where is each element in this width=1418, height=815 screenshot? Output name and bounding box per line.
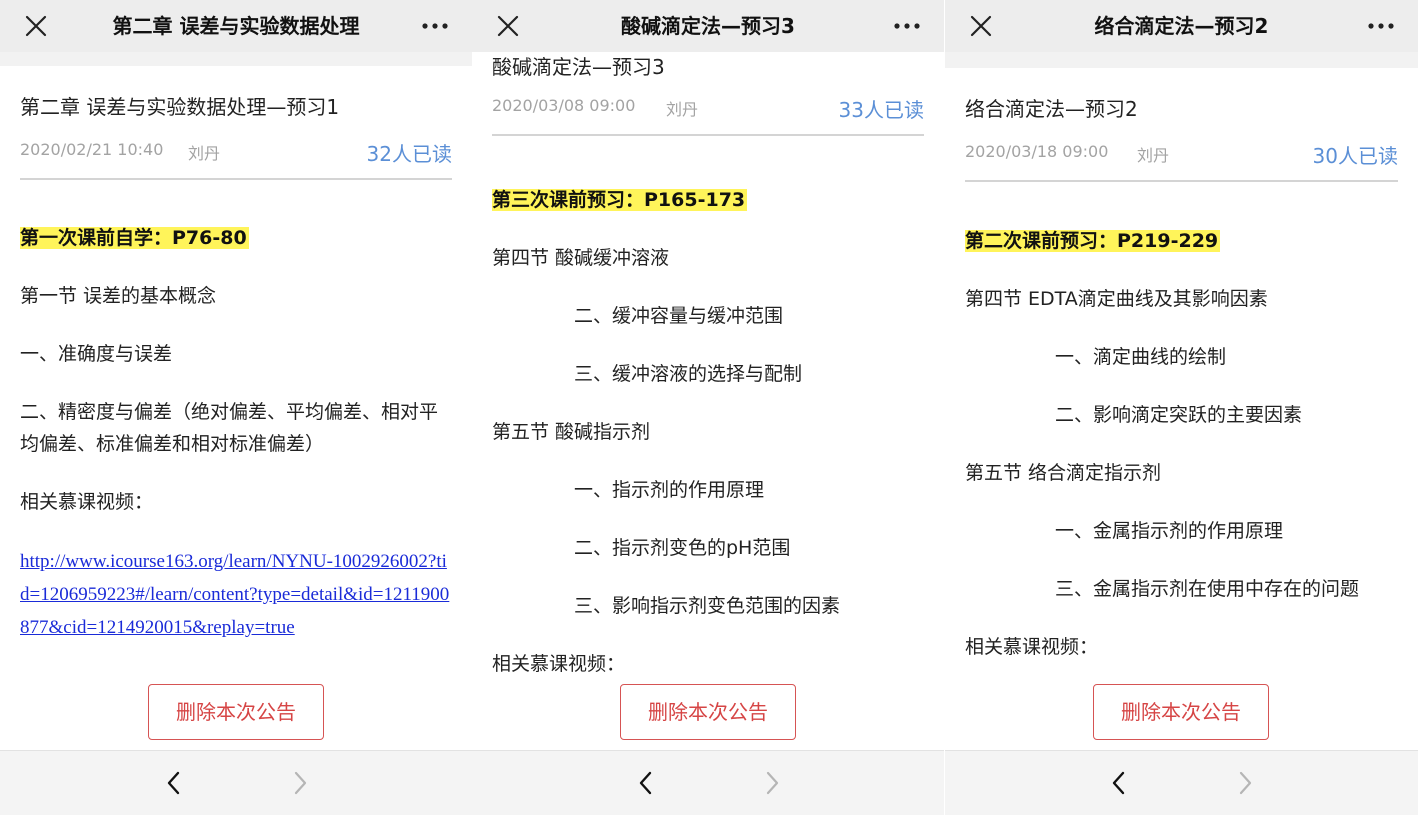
screen-2: 酸碱滴定法—预习3 酸碱滴定法—预习3 2020/03/08 09:00 刘丹 … <box>472 0 944 815</box>
back-button[interactable] <box>162 769 186 797</box>
body-line: 第五节 络合滴定指示剂 <box>965 462 1162 484</box>
read-count: 33人已读 <box>838 98 924 122</box>
author-name: 刘丹 <box>666 100 699 119</box>
mooc-link[interactable]: http://www.icourse163.org/learn/NYNU-100… <box>20 551 449 638</box>
article-title: 第二章 误差与实验数据处理—预习1 <box>20 95 340 119</box>
body-line: 二、指示剂变色的pH范围 <box>574 537 791 559</box>
close-icon <box>497 15 519 37</box>
highlight-text: 第二次课前预习：P219-229 <box>965 230 1221 252</box>
body-line: 相关慕课视频： <box>20 491 154 513</box>
body-line: 第四节 EDTA滴定曲线及其影响因素 <box>965 288 1268 310</box>
forward-button[interactable] <box>1233 769 1257 797</box>
delete-announcement-button[interactable]: 删除本次公告 <box>148 684 324 740</box>
close-icon <box>25 15 47 37</box>
body-line: 一、指示剂的作用原理 <box>574 479 765 501</box>
forward-button[interactable] <box>288 769 312 797</box>
article-content: 第二章 误差与实验数据处理—预习1 2020/02/21 10:40 刘丹 32… <box>0 52 472 751</box>
body-line: 三、影响指示剂变色范围的因素 <box>574 595 841 617</box>
more-button[interactable] <box>1366 12 1396 40</box>
body-line: 相关慕课视频： <box>965 636 1099 658</box>
forward-button[interactable] <box>760 769 784 797</box>
bottom-nav-bar <box>945 750 1418 815</box>
bottom-nav-bar <box>472 750 944 815</box>
body-line: 第四节 酸碱缓冲溶液 <box>492 247 670 269</box>
top-bar: 第二章 误差与实验数据处理 <box>0 0 472 52</box>
body-line: 二、缓冲容量与缓冲范围 <box>574 305 784 327</box>
publish-date: 2020/02/21 10:40 <box>20 140 164 159</box>
bottom-nav-bar <box>0 750 472 815</box>
article-title: 络合滴定法—预习2 <box>965 97 1138 121</box>
chevron-right-icon <box>294 771 307 795</box>
read-count: 32人已读 <box>366 142 452 166</box>
article-meta: 2020/02/21 10:40 刘丹 32人已读 <box>20 134 452 166</box>
body-line: 一、准确度与误差 <box>20 343 173 365</box>
header-gap <box>945 52 1418 68</box>
article-meta: 2020/03/08 09:00 刘丹 33人已读 <box>492 90 924 122</box>
chevron-left-icon <box>1112 771 1125 795</box>
top-bar-title: 第二章 误差与实验数据处理 <box>112 14 360 38</box>
highlight-text: 第三次课前预习：P165-173 <box>492 189 748 211</box>
back-button[interactable] <box>1107 769 1131 797</box>
body-line: 第五节 酸碱指示剂 <box>492 421 651 443</box>
highlight-line: 第二次课前预习：P219-229 <box>965 225 1400 257</box>
article-content: 酸碱滴定法—预习3 2020/03/08 09:00 刘丹 33人已读 第三次课… <box>472 52 944 751</box>
top-bar-title: 酸碱滴定法—预习3 <box>621 14 795 38</box>
body-line: 一、金属指示剂的作用原理 <box>1055 520 1284 542</box>
more-icon <box>422 23 448 29</box>
article-header: 第二章 误差与实验数据处理—预习1 2020/02/21 10:40 刘丹 32… <box>20 94 452 180</box>
header-gap <box>0 52 472 66</box>
divider <box>965 180 1398 182</box>
article-header: 酸碱滴定法—预习3 2020/03/08 09:00 刘丹 33人已读 <box>492 54 924 136</box>
close-button[interactable] <box>967 12 995 40</box>
close-icon <box>970 15 992 37</box>
highlight-line: 第一次课前自学：P76-80 <box>20 222 454 254</box>
chevron-right-icon <box>1239 771 1252 795</box>
chevron-left-icon <box>639 771 652 795</box>
article-title: 酸碱滴定法—预习3 <box>492 55 665 79</box>
divider <box>492 134 924 136</box>
read-count: 30人已读 <box>1312 144 1398 168</box>
more-icon <box>1368 23 1394 29</box>
close-button[interactable] <box>494 12 522 40</box>
body-line: 三、金属指示剂在使用中存在的问题 <box>1055 578 1360 600</box>
more-icon <box>894 23 920 29</box>
publish-date: 2020/03/08 09:00 <box>492 96 636 115</box>
article-content: 络合滴定法—预习2 2020/03/18 09:00 刘丹 30人已读 第二次课… <box>945 52 1418 751</box>
delete-announcement-button[interactable]: 删除本次公告 <box>620 684 796 740</box>
body-line: 第一节 误差的基本概念 <box>20 285 217 307</box>
more-button[interactable] <box>892 12 922 40</box>
highlight-line: 第三次课前预习：P165-173 <box>492 184 926 216</box>
screen-3: 络合滴定法—预习2 络合滴定法—预习2 2020/03/18 09:00 刘丹 … <box>945 0 1418 815</box>
body-line: 二、精密度与偏差（绝对偏差、平均偏差、相对平均偏差、标准偏差和相对标准偏差） <box>20 401 439 455</box>
screen-1: 第二章 误差与实验数据处理 第二章 误差与实验数据处理—预习1 2020/02/… <box>0 0 472 815</box>
divider <box>20 178 452 180</box>
author-name: 刘丹 <box>1137 146 1170 165</box>
chevron-right-icon <box>766 771 779 795</box>
author-name: 刘丹 <box>188 144 221 163</box>
close-button[interactable] <box>22 12 50 40</box>
delete-announcement-button[interactable]: 删除本次公告 <box>1093 684 1269 740</box>
mooc-link-line: http://www.icourse163.org/learn/NYNU-100… <box>20 545 454 644</box>
more-button[interactable] <box>420 12 450 40</box>
article-header: 络合滴定法—预习2 2020/03/18 09:00 刘丹 30人已读 <box>965 96 1398 182</box>
body-line: 三、缓冲溶液的选择与配制 <box>574 363 803 385</box>
publish-date: 2020/03/18 09:00 <box>965 142 1109 161</box>
top-bar: 络合滴定法—预习2 <box>945 0 1418 52</box>
body-line: 相关慕课视频： <box>492 653 626 675</box>
highlight-text: 第一次课前自学：P76-80 <box>20 227 249 249</box>
body-line: 一、滴定曲线的绘制 <box>1055 346 1227 368</box>
body-line: 二、影响滴定突跃的主要因素 <box>1055 404 1303 426</box>
top-bar-title: 络合滴定法—预习2 <box>1094 14 1269 38</box>
back-button[interactable] <box>634 769 658 797</box>
chevron-left-icon <box>167 771 180 795</box>
screens: 第二章 误差与实验数据处理 第二章 误差与实验数据处理—预习1 2020/02/… <box>0 0 1418 815</box>
top-bar: 酸碱滴定法—预习3 <box>472 0 944 52</box>
article-meta: 2020/03/18 09:00 刘丹 30人已读 <box>965 136 1398 168</box>
